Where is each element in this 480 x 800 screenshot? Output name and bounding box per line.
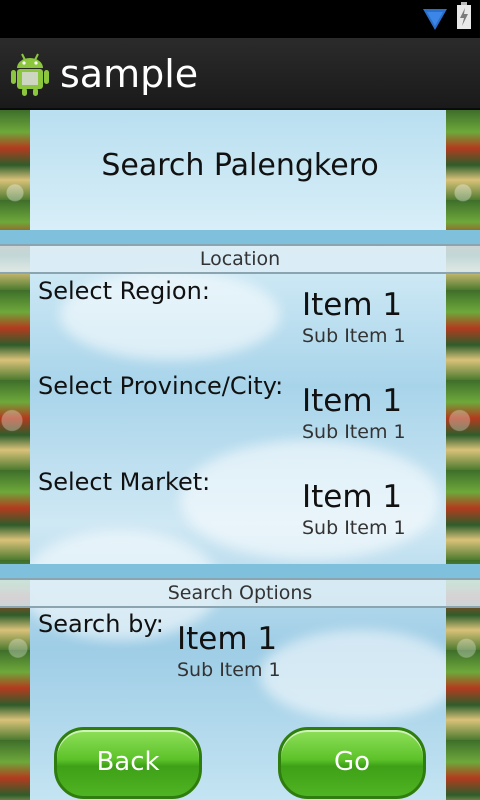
divider-band (0, 230, 480, 244)
province-label: Select Province/City: (38, 372, 284, 400)
market-sub-value: Sub Item 1 (302, 517, 406, 539)
region-sub-value: Sub Item 1 (302, 325, 406, 347)
battery-charging-icon (457, 2, 471, 29)
back-button[interactable]: Back (54, 727, 202, 799)
search-by-label: Search by: (38, 610, 164, 638)
region-spinner[interactable]: Item 1 Sub Item 1 (302, 287, 406, 349)
province-value: Item 1 (302, 383, 403, 419)
search-by-value: Item 1 (177, 621, 278, 657)
android-icon (11, 53, 49, 96)
search-by-sub-value: Sub Item 1 (177, 659, 281, 681)
page-title: Search Palengkero (101, 148, 379, 183)
location-header: Location (0, 244, 480, 274)
province-spinner[interactable]: Item 1 Sub Item 1 (302, 383, 406, 445)
wifi-icon (423, 9, 447, 30)
app-title: sample (60, 52, 199, 96)
search-by-spinner[interactable]: Item 1 Sub Item 1 (177, 621, 281, 683)
market-spinner[interactable]: Item 1 Sub Item 1 (302, 479, 406, 541)
status-bar (0, 0, 480, 38)
region-label: Select Region: (38, 277, 210, 305)
market-value: Item 1 (302, 479, 403, 515)
search-options-header: Search Options (0, 578, 480, 608)
content-area: Search Palengkero Location Select Region… (0, 110, 480, 800)
divider-band (0, 564, 480, 578)
vegetable-border-right (446, 110, 480, 800)
market-label: Select Market: (38, 468, 211, 496)
province-sub-value: Sub Item 1 (302, 421, 406, 443)
region-value: Item 1 (302, 287, 403, 323)
vegetable-border-left (0, 110, 30, 800)
action-bar: sample (0, 38, 480, 110)
go-button[interactable]: Go (278, 727, 426, 799)
